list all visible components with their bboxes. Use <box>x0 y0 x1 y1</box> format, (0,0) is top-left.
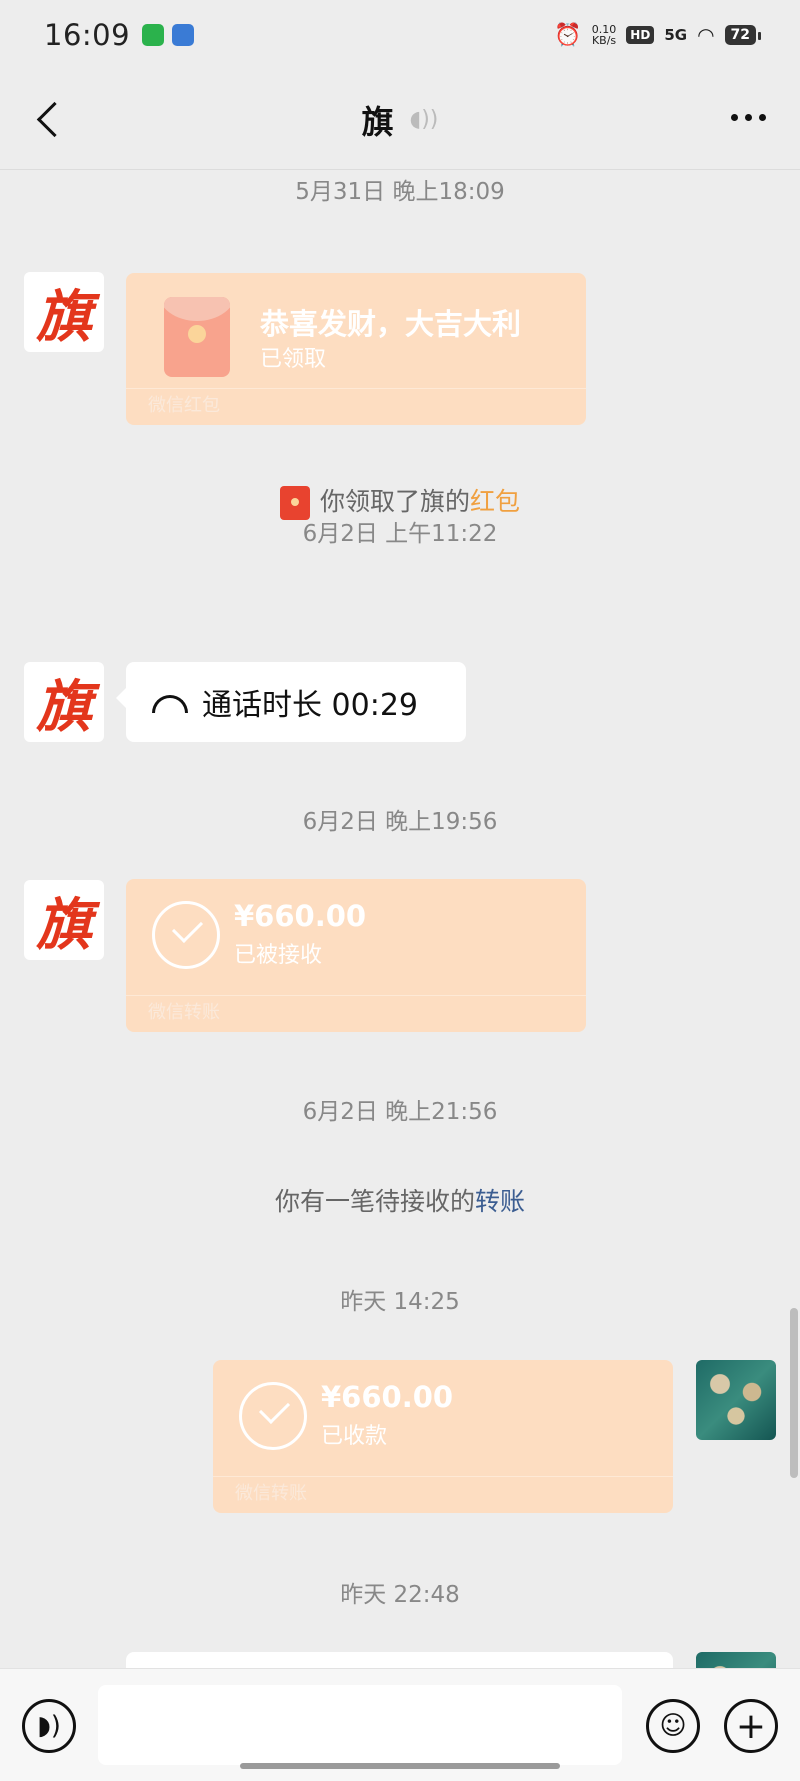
chat-title: 旗 <box>361 102 394 141</box>
scrollbar-thumb[interactable] <box>790 1308 798 1478</box>
check-circle-icon <box>239 1382 307 1450</box>
voice-input-button[interactable]: ◗) <box>22 1699 76 1753</box>
contact-avatar[interactable]: 旗 <box>24 880 104 960</box>
timestamp: 5月31日 晚上18:09 <box>295 179 505 205</box>
transfer-status: 已收款 <box>321 1424 388 1449</box>
voice-mode-icon: ◖)) <box>409 107 439 132</box>
check-circle-icon <box>152 901 220 969</box>
input-bar: ◗) ☺ + <box>0 1668 800 1781</box>
status-bar: 16:09 ⏰ 0.10 KB/s HD 5G ◠ 72 <box>0 0 800 70</box>
transfer-card-outgoing[interactable]: ¥660.00 已收款 微信转账 <box>213 1360 673 1513</box>
plus-icon: + <box>735 1705 767 1747</box>
net-speed: 0.10 KB/s <box>591 23 617 47</box>
signal-indicator: 5G <box>664 26 688 44</box>
alarm-icon: ⏰ <box>554 22 582 48</box>
voice-icon: ◗) <box>37 1711 61 1741</box>
red-packet-footer: 微信红包 <box>148 395 220 416</box>
timestamp: 6月2日 晚上21:56 <box>302 1099 498 1125</box>
timestamp: 昨天 14:25 <box>340 1289 460 1315</box>
message-list[interactable]: 5月31日 晚上18:09 旗 恭喜发财，大吉大利 已领取 微信红包 你领取了旗… <box>0 170 800 1668</box>
transfer-status: 已被接收 <box>234 943 323 968</box>
status-indicators: ⏰ 0.10 KB/s HD 5G ◠ 72 <box>554 22 762 48</box>
message-input[interactable] <box>98 1685 622 1765</box>
transfer-amount: ¥660.00 <box>234 899 367 933</box>
system-message-transfer: 你有一笔待接收的转账 <box>274 1187 526 1216</box>
hd-badge: HD <box>626 26 655 44</box>
red-packet-link[interactable]: 红包 <box>470 487 520 516</box>
my-avatar[interactable] <box>696 1360 776 1440</box>
call-duration: 通话时长 00:29 <box>202 688 418 723</box>
red-packet-card[interactable]: 恭喜发财，大吉大利 已领取 微信红包 <box>126 273 586 425</box>
timestamp: 6月2日 晚上19:56 <box>302 809 498 835</box>
chat-header: 旗 ◖)) <box>0 70 800 170</box>
timestamp: 6月2日 上午11:22 <box>302 521 498 547</box>
app-notification-icon <box>142 24 165 46</box>
my-avatar[interactable] <box>696 1652 776 1668</box>
transfer-link[interactable]: 转账 <box>475 1187 525 1216</box>
phone-hangup-icon <box>152 695 188 713</box>
wifi-icon: ◠ <box>697 23 715 47</box>
timestamp: 昨天 22:48 <box>340 1582 460 1608</box>
more-options-button[interactable] <box>731 114 766 121</box>
contact-avatar[interactable]: 旗 <box>24 662 104 742</box>
red-packet-status: 已领取 <box>260 347 327 372</box>
emoji-button[interactable]: ☺ <box>646 1699 700 1753</box>
baidu-notification-icon <box>172 24 195 46</box>
battery-indicator: 72 <box>724 25 762 45</box>
transfer-footer: 微信转账 <box>235 1483 307 1504</box>
transfer-amount: ¥660.00 <box>321 1380 454 1414</box>
back-button[interactable] <box>30 100 70 140</box>
more-actions-button[interactable]: + <box>724 1699 778 1753</box>
transfer-card-incoming[interactable]: ¥660.00 已被接收 微信转账 <box>126 879 586 1032</box>
notification-icons <box>142 24 195 46</box>
status-time: 16:09 <box>44 18 131 52</box>
emoji-icon: ☺ <box>659 1711 687 1741</box>
message-bubble-partial[interactable] <box>126 1652 673 1668</box>
red-packet-icon <box>164 297 230 377</box>
transfer-footer: 微信转账 <box>148 1002 220 1023</box>
home-indicator[interactable] <box>240 1763 560 1769</box>
contact-avatar[interactable]: 旗 <box>24 272 104 352</box>
red-packet-wish: 恭喜发财，大吉大利 <box>260 307 522 341</box>
call-record-bubble[interactable]: 通话时长 00:29 <box>116 662 466 742</box>
